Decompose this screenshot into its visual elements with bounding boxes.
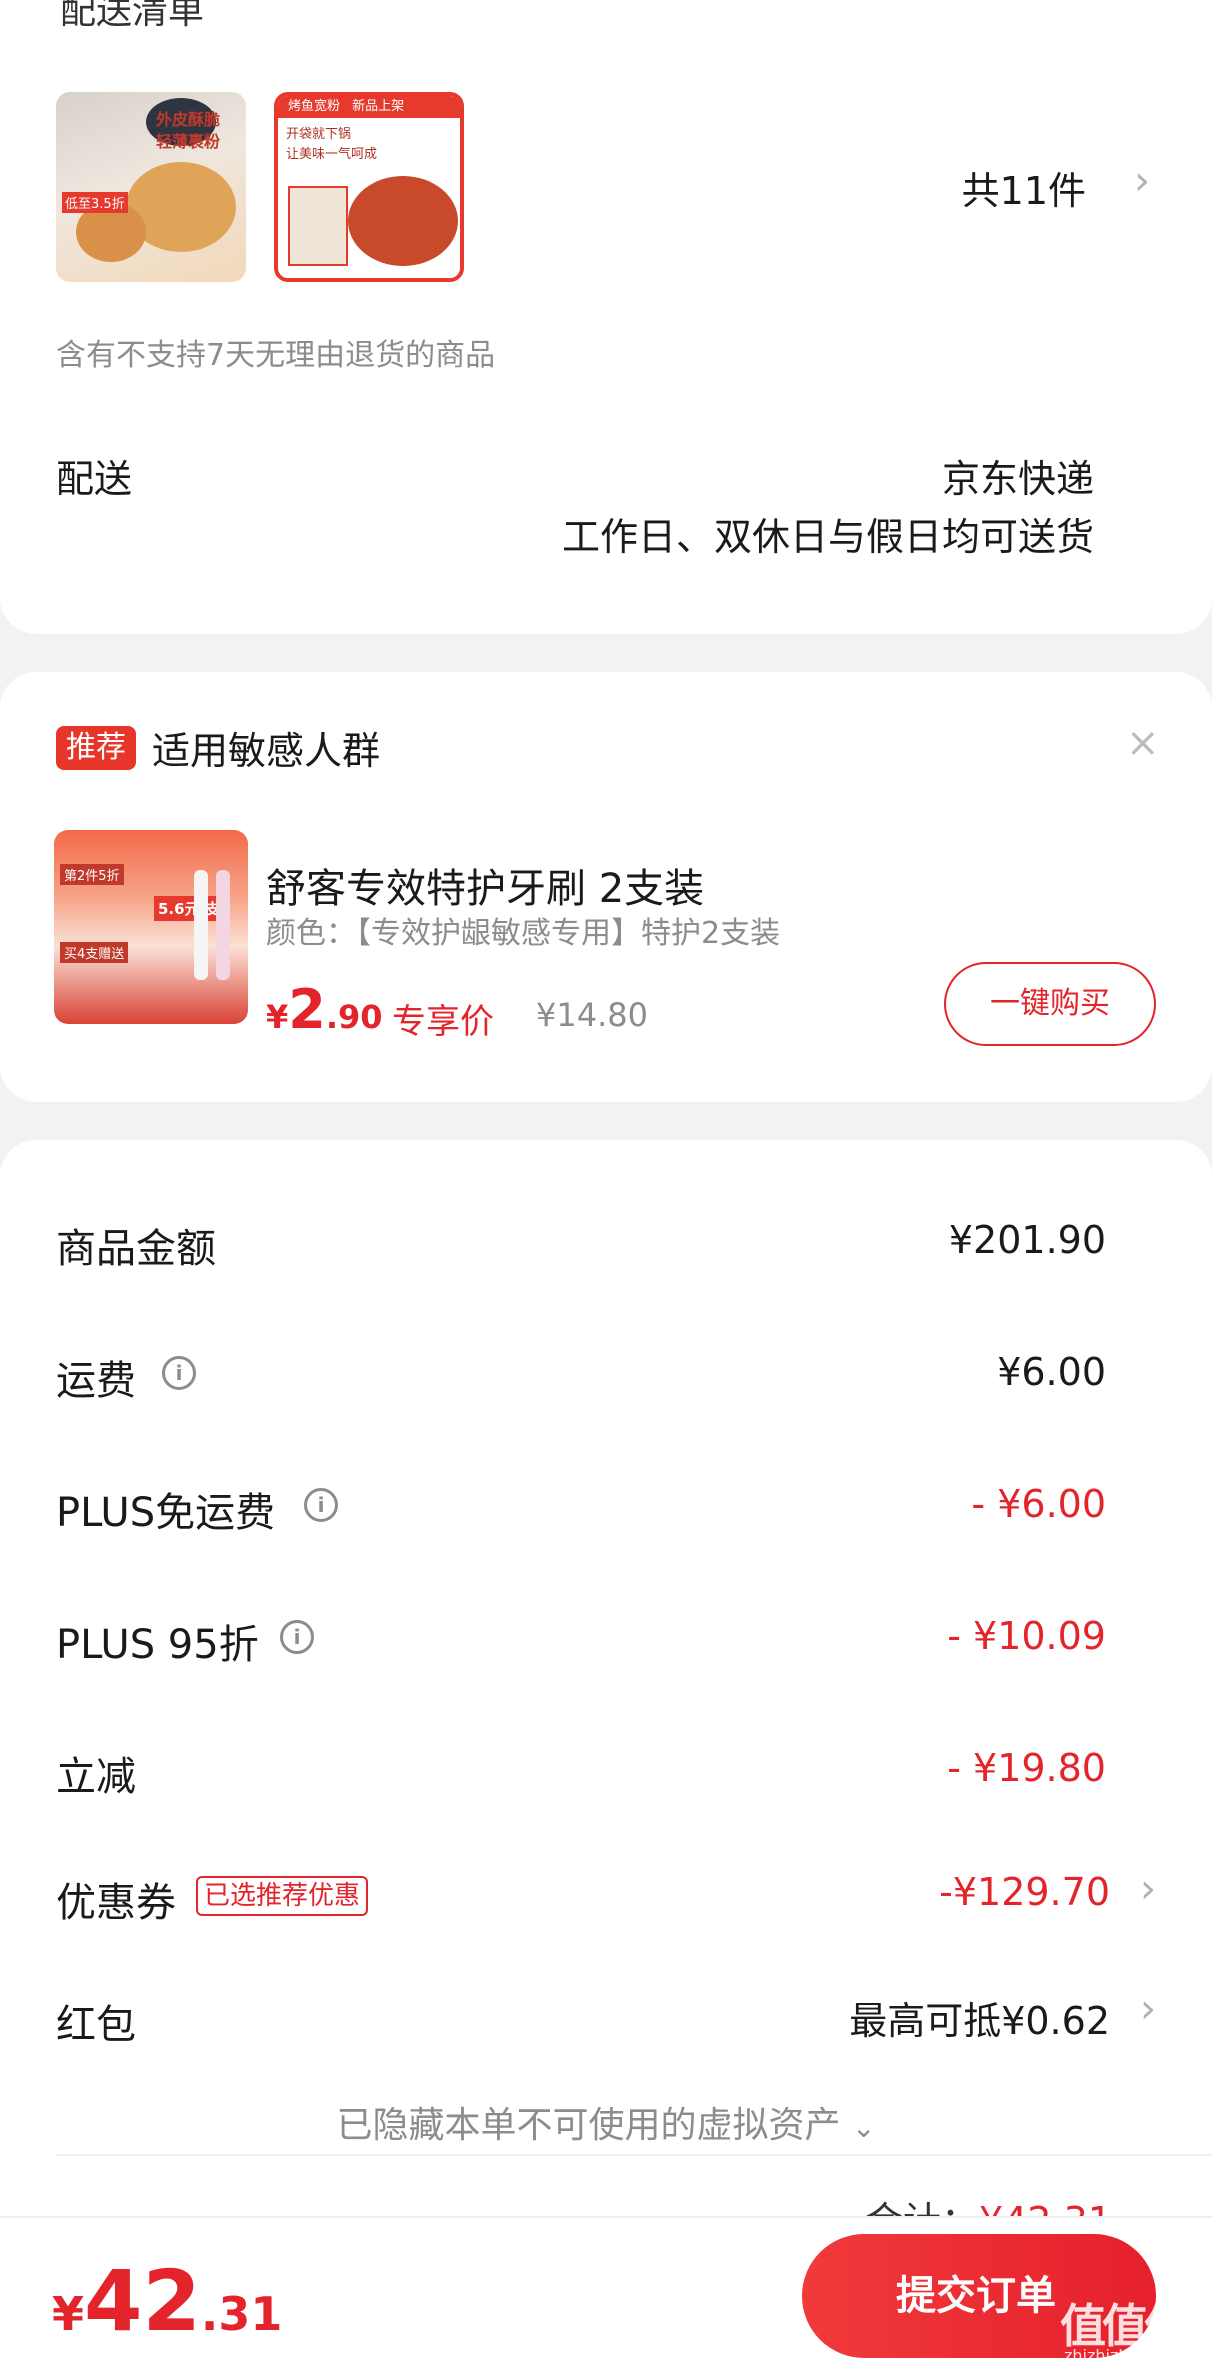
rec-thumb-caption-2: 5.6元/支: [154, 896, 225, 921]
coupon-selected-tag: 已选推荐优惠: [196, 1876, 369, 1916]
info-icon[interactable]: i: [304, 1488, 338, 1522]
summary-label-shipping-fee: 运费: [56, 1358, 136, 1404]
chevron-right-icon[interactable]: ›: [1134, 158, 1150, 204]
thumb1-discount: 低至3.5折: [62, 192, 128, 213]
one-click-buy-button[interactable]: 一键购买: [944, 962, 1156, 1046]
summary-label-goods-amount: 商品金额: [56, 1226, 216, 1272]
hidden-assets-text: 已隐藏本单不可使用的虚拟资产: [336, 2105, 841, 2146]
rec-thumb-caption-1: 第2件5折: [60, 864, 124, 885]
product-thumbnail-1[interactable]: 外皮酥脆 轻薄裹粉 低至3.5折: [56, 92, 246, 282]
summary-value-plus-free-shipping: - ¥6.00: [971, 1482, 1106, 1526]
summary-value-shipping-fee: ¥6.00: [997, 1350, 1106, 1394]
summary-value-goods-amount: ¥201.90: [948, 1218, 1106, 1262]
recommend-badge: 推荐: [56, 726, 136, 770]
order-items-card: 配送清单 外皮酥脆 轻薄裹粉 低至3.5折 烤鱼宽粉 新品上架 开袋就下锅 让美…: [0, 0, 1212, 634]
recommend-product-name[interactable]: 舒客专效特护牙刷 2支装: [266, 856, 704, 914]
info-icon[interactable]: i: [162, 1356, 196, 1390]
recommend-title: 适用敏感人群: [152, 729, 381, 773]
summary-value-red-packet[interactable]: 最高可抵¥0.62: [849, 1990, 1110, 2045]
summary-label-plus-free-shipping: PLUS免运费: [56, 1490, 276, 1536]
recommend-product-spec: 颜色：【专效护龈敏感专用】特护2支装: [266, 916, 781, 951]
payable-dec: .31: [200, 2287, 283, 2341]
recommend-price-dec: .90: [325, 998, 383, 1036]
thumb2-caption-1: 开袋就下锅: [286, 127, 352, 142]
product-thumbnail-2[interactable]: 烤鱼宽粉 新品上架 开袋就下锅 让美味一气呵成: [274, 92, 464, 282]
watermark-url: zhizhizhi.com: [1064, 2346, 1173, 2365]
summary-value-plus-discount: - ¥10.09: [947, 1614, 1106, 1658]
recommend-price-currency: ¥: [266, 998, 289, 1036]
summary-label-coupon[interactable]: 优惠券: [56, 1870, 176, 1928]
payable-amount: ¥42.31: [52, 2252, 282, 2350]
site-watermark: 值值值 zhizhizhi.com: [1060, 2290, 1210, 2370]
divider: [56, 2154, 1212, 2156]
recommend-original-price: ¥14.80: [536, 996, 648, 1034]
summary-label-red-packet[interactable]: 红包: [56, 1992, 136, 2050]
thumb2-new: 新品上架: [352, 99, 405, 114]
return-policy-notice: 含有不支持7天无理由退货的商品: [56, 338, 496, 373]
section-header-cut: 配送清单: [60, 0, 205, 32]
summary-label-plus-discount: PLUS 95折: [56, 1622, 259, 1668]
item-count-label[interactable]: 共11件: [962, 160, 1086, 215]
shipping-label: 配送: [56, 457, 133, 501]
thumb2-brand: 烤鱼宽粉: [288, 99, 341, 114]
hidden-assets-toggle[interactable]: 已隐藏本单不可使用的虚拟资产 ⌄: [0, 2096, 1212, 2148]
chevron-down-icon: ⌄: [852, 2111, 876, 2144]
rec-thumb-caption-3: 买4支赠送: [60, 942, 129, 963]
recommend-price: ¥2.90: [266, 978, 383, 1041]
payable-int: 42: [84, 2252, 201, 2350]
payable-currency: ¥: [52, 2287, 85, 2341]
shipping-carrier[interactable]: 京东快递: [942, 448, 1094, 503]
recommend-product-thumbnail[interactable]: 第2件5折 5.6元/支 买4支赠送: [54, 830, 248, 1024]
chevron-right-icon[interactable]: ›: [1140, 1866, 1156, 1912]
thumb1-caption-2: 轻薄裹粉: [156, 132, 221, 151]
summary-label-instant-reduction: 立减: [56, 1754, 136, 1800]
close-icon[interactable]: ×: [1126, 720, 1160, 766]
summary-value-instant-reduction: - ¥19.80: [947, 1746, 1106, 1790]
info-icon[interactable]: i: [280, 1620, 314, 1654]
recommend-price-int: 2: [288, 978, 326, 1041]
exclusive-price-tag: 专享价: [392, 1002, 494, 1042]
chevron-right-icon[interactable]: ›: [1140, 1986, 1156, 2032]
thumb1-caption-1: 外皮酥脆: [156, 110, 221, 129]
shipping-delivery-note: 工作日、双休日与假日均可送货: [561, 515, 1094, 559]
summary-value-coupon[interactable]: -¥129.70: [939, 1870, 1110, 1914]
thumb2-caption-2: 让美味一气呵成: [286, 147, 378, 162]
